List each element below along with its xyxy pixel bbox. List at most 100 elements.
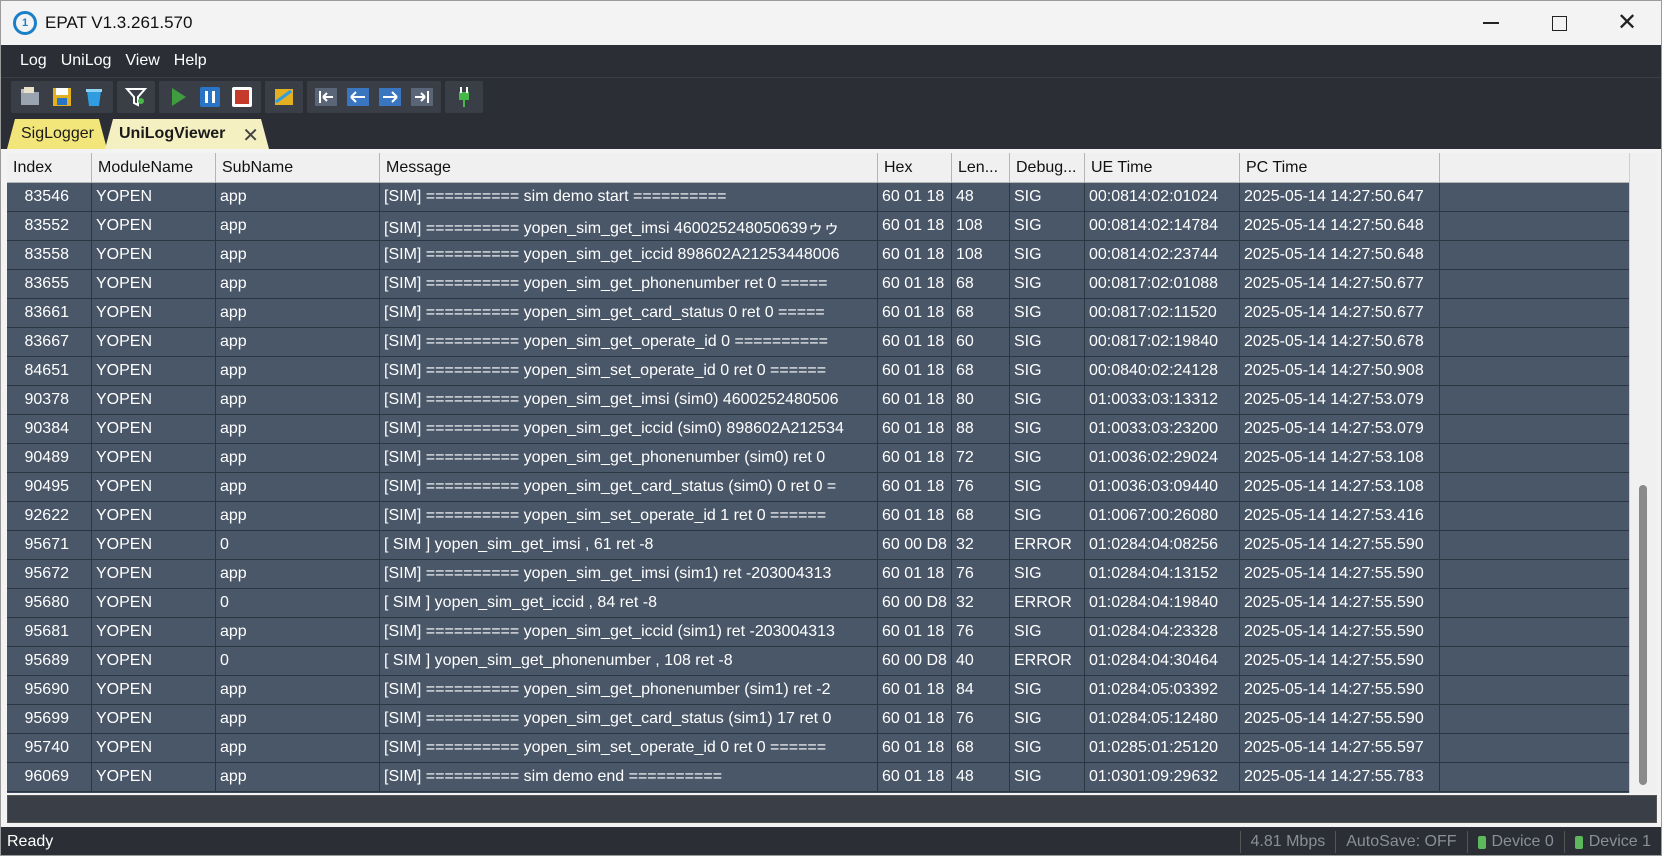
table-row[interactable]: 95681 YOPEN app [SIM] ========== yopen_sim_… bbox=[7, 618, 1629, 647]
table-row[interactable]: 83655 YOPEN app [SIM] ========== yopen_sim_… bbox=[7, 270, 1629, 299]
cell-ue-time: 01:0284:05:12480 bbox=[1085, 705, 1240, 733]
cell-modulename: YOPEN bbox=[92, 676, 216, 704]
cell-ue-time: 00:0814:02:14784 bbox=[1085, 212, 1240, 240]
cell-pc-time: 2025-05-14 14:27:55.590 bbox=[1240, 589, 1440, 617]
table-row[interactable]: 95672 YOPEN app [SIM] ========== yopen_sim_… bbox=[7, 560, 1629, 589]
cell-index: 92622 bbox=[7, 502, 92, 530]
table-row[interactable]: 83667 YOPEN app [SIM] ========== yopen_sim_… bbox=[7, 328, 1629, 357]
cell-modulename: YOPEN bbox=[92, 386, 216, 414]
cell-pc-time: 2025-05-14 14:27:50.677 bbox=[1240, 299, 1440, 327]
clear-button[interactable] bbox=[81, 84, 107, 110]
column-header-length[interactable]: Len... bbox=[952, 153, 1010, 183]
column-header-ue-time[interactable]: UE Time bbox=[1085, 153, 1240, 183]
cell-ue-time: 01:0284:04:19840 bbox=[1085, 589, 1240, 617]
plug-icon bbox=[459, 86, 469, 107]
cell-length: 32 bbox=[952, 531, 1010, 559]
tab-unilogviewer[interactable]: UniLogViewer ✕ bbox=[105, 119, 269, 149]
scrollbar-thumb[interactable] bbox=[1639, 485, 1647, 785]
cell-filler bbox=[1440, 241, 1629, 269]
window-controls: ✕ bbox=[1457, 1, 1661, 45]
cell-pc-time: 2025-05-14 14:27:55.783 bbox=[1240, 763, 1440, 791]
column-header-index[interactable]: Index bbox=[7, 153, 92, 183]
table-row[interactable]: 95671 YOPEN 0[ SIM ] yopen_sim_get_imsi , … bbox=[7, 531, 1629, 560]
cell-debug: SIG bbox=[1010, 183, 1085, 211]
table-row[interactable]: 96069 YOPEN app [SIM] ========== sim demo e… bbox=[7, 763, 1629, 792]
save-button[interactable] bbox=[49, 84, 75, 110]
cell-length: 68 bbox=[952, 734, 1010, 762]
cell-subname: app bbox=[216, 386, 380, 414]
table-row[interactable]: 95680 YOPEN 0[ SIM ] yopen_sim_get_iccid ,… bbox=[7, 589, 1629, 618]
table-row[interactable]: 90495 YOPEN app [SIM] ========== yopen_sim_… bbox=[7, 473, 1629, 502]
table-row[interactable]: 95740 YOPEN app [SIM] ========== yopen_sim_… bbox=[7, 734, 1629, 763]
menu-view[interactable]: View bbox=[118, 52, 166, 70]
cell-modulename: YOPEN bbox=[92, 734, 216, 762]
tab-unilogviewer-label: UniLogViewer bbox=[119, 125, 226, 142]
database-button[interactable] bbox=[271, 84, 297, 110]
last-button[interactable] bbox=[409, 84, 435, 110]
column-header-debug[interactable]: Debug... bbox=[1010, 153, 1085, 183]
table-row[interactable]: 95689 YOPEN 0[ SIM ] yopen_sim_get_phonenu… bbox=[7, 647, 1629, 676]
table-row[interactable]: 84651 YOPEN app [SIM] ========== yopen_sim_… bbox=[7, 357, 1629, 386]
pause-button[interactable] bbox=[197, 84, 223, 110]
pause-icon bbox=[200, 86, 220, 107]
table-row[interactable]: 95699 YOPEN app [SIM] ========== yopen_sim_… bbox=[7, 705, 1629, 734]
cell-hex: 60 01 18 bbox=[878, 299, 952, 327]
table-row[interactable]: 83661 YOPEN app [SIM] ========== yopen_sim_… bbox=[7, 299, 1629, 328]
first-button[interactable] bbox=[313, 84, 339, 110]
table-row[interactable]: 90378 YOPEN app [SIM] ========== yopen_sim_… bbox=[7, 386, 1629, 415]
filter-button[interactable] bbox=[123, 84, 149, 110]
cell-hex: 60 01 18 bbox=[878, 502, 952, 530]
connect-button[interactable] bbox=[451, 84, 477, 110]
open-button[interactable] bbox=[17, 84, 43, 110]
cell-length: 84 bbox=[952, 676, 1010, 704]
cell-hex: 60 01 18 bbox=[878, 734, 952, 762]
cell-pc-time: 2025-05-14 14:27:53.416 bbox=[1240, 502, 1440, 530]
table-row[interactable]: 83546 YOPEN app [SIM] ========== sim demo s… bbox=[7, 183, 1629, 212]
table-row[interactable]: 92622 YOPEN app [SIM] ========== yopen_sim_… bbox=[7, 502, 1629, 531]
cell-length: 60 bbox=[952, 328, 1010, 356]
tab-close-icon[interactable]: ✕ bbox=[242, 123, 259, 148]
minimize-button[interactable] bbox=[1457, 1, 1525, 45]
menu-unilog[interactable]: UniLog bbox=[54, 52, 119, 70]
cell-message: [SIM] ========== yopen_sim_get_phonenumb… bbox=[380, 444, 878, 472]
stop-button[interactable] bbox=[229, 84, 255, 110]
filter-icon bbox=[124, 87, 148, 107]
table-row[interactable]: 83552 YOPEN app [SIM] ========== yopen_sim_… bbox=[7, 212, 1629, 241]
cell-filler bbox=[1440, 502, 1629, 530]
close-button[interactable]: ✕ bbox=[1593, 1, 1661, 45]
cell-index: 83558 bbox=[7, 241, 92, 269]
cell-message: [SIM] ========== yopen_sim_get_phonenumb… bbox=[380, 270, 878, 298]
toolbar bbox=[1, 77, 1661, 115]
prev-button[interactable] bbox=[345, 84, 371, 110]
grid-header: Index ModuleName SubName Message Hex Len… bbox=[7, 153, 1629, 183]
menu-help[interactable]: Help bbox=[167, 52, 214, 70]
cell-length: 76 bbox=[952, 473, 1010, 501]
save-icon bbox=[53, 87, 71, 106]
table-row[interactable]: 95690 YOPEN app [SIM] ========== yopen_sim_… bbox=[7, 676, 1629, 705]
cell-debug: SIG bbox=[1010, 299, 1085, 327]
play-button[interactable] bbox=[165, 84, 191, 110]
next-button[interactable] bbox=[377, 84, 403, 110]
cell-hex: 60 00 D8 bbox=[878, 647, 952, 675]
table-row[interactable]: 90384 YOPEN app [SIM] ========== yopen_sim_… bbox=[7, 415, 1629, 444]
column-header-subname[interactable]: SubName bbox=[216, 153, 380, 183]
cell-filler bbox=[1440, 705, 1629, 733]
cell-subname: app bbox=[216, 357, 380, 385]
table-row[interactable]: 90489 YOPEN app [SIM] ========== yopen_sim_… bbox=[7, 444, 1629, 473]
tab-siglogger[interactable]: SigLogger bbox=[7, 119, 107, 149]
cell-subname: app bbox=[216, 270, 380, 298]
cell-subname: app bbox=[216, 241, 380, 269]
cell-filler bbox=[1440, 618, 1629, 646]
menu-log[interactable]: Log bbox=[13, 52, 54, 70]
maximize-button[interactable] bbox=[1525, 1, 1593, 45]
column-header-pc-time[interactable]: PC Time bbox=[1240, 153, 1440, 183]
column-header-modulename[interactable]: ModuleName bbox=[92, 153, 216, 183]
vertical-scrollbar[interactable] bbox=[1629, 153, 1657, 793]
table-row[interactable]: 83558 YOPEN app [SIM] ========== yopen_sim_… bbox=[7, 241, 1629, 270]
column-header-hex[interactable]: Hex bbox=[878, 153, 952, 183]
cell-filler bbox=[1440, 473, 1629, 501]
column-header-message[interactable]: Message bbox=[380, 153, 878, 183]
cell-modulename: YOPEN bbox=[92, 502, 216, 530]
status-device-1-label: Device 1 bbox=[1588, 833, 1651, 850]
stop-icon bbox=[232, 86, 252, 107]
